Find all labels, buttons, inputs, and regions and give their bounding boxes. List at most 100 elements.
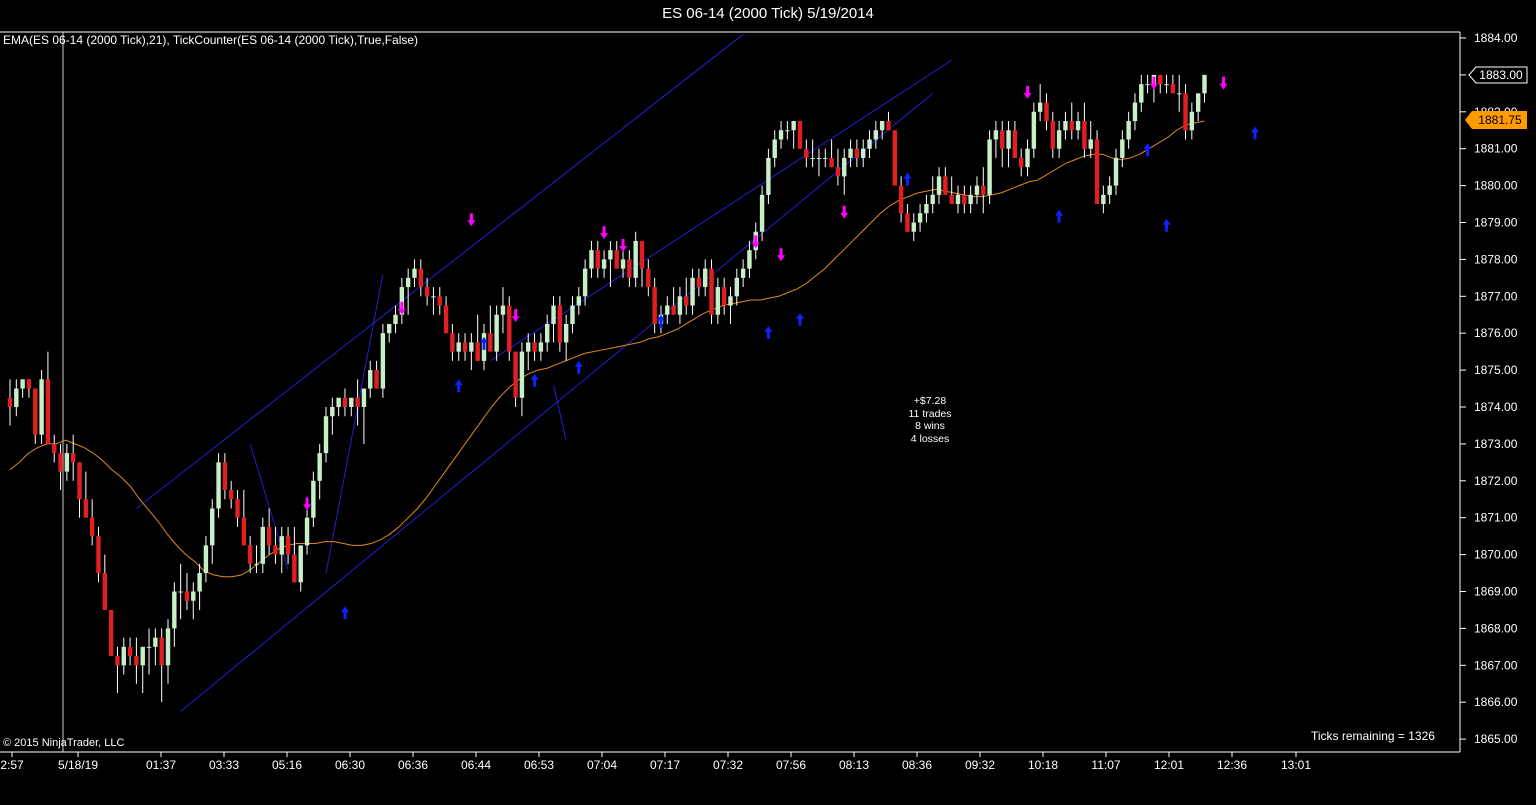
candle [146, 628, 152, 675]
candle [785, 121, 790, 140]
candle [165, 619, 171, 684]
candle [1063, 111, 1068, 140]
candle [184, 573, 190, 610]
sell-arrow-icon [1149, 76, 1158, 90]
candle [538, 333, 544, 361]
candle [974, 176, 980, 205]
x-tick-label: 09:32 [965, 758, 995, 772]
candle [1050, 111, 1055, 158]
x-tick-label: 12:01 [1154, 758, 1184, 772]
sell-arrow-icon [303, 497, 312, 511]
candle [178, 563, 183, 620]
candle [361, 388, 367, 444]
candle [633, 231, 638, 288]
summary-losses: 4 losses [910, 433, 950, 446]
candle [797, 121, 803, 149]
candle [96, 526, 101, 583]
candle [1101, 185, 1106, 214]
candle [526, 333, 531, 371]
candle [488, 305, 493, 352]
candle [709, 259, 714, 324]
candle [854, 139, 860, 168]
buy-arrow-icon [796, 312, 804, 326]
candle [1139, 74, 1144, 112]
candle [349, 397, 354, 417]
candle [58, 443, 63, 491]
candle [266, 508, 272, 555]
candle [298, 545, 303, 592]
buy-arrow-icon [1143, 143, 1152, 157]
candle [690, 268, 695, 315]
y-tick-label: 1872.00 [1474, 474, 1518, 488]
y-tick-label: 1874.00 [1474, 400, 1518, 414]
candle [323, 407, 329, 463]
x-tick-label: 07:04 [587, 758, 617, 772]
candle [7, 379, 13, 426]
candle [1025, 139, 1030, 177]
sell-arrow-icon [619, 239, 628, 253]
candle [1069, 102, 1074, 140]
candle [835, 148, 841, 186]
candle [1019, 148, 1024, 177]
candle [1094, 130, 1100, 205]
summary-trades: 11 trades [908, 407, 952, 420]
candle [772, 130, 777, 168]
candle [374, 360, 379, 389]
candle [229, 480, 234, 509]
candle [608, 240, 613, 288]
candlestick-series [7, 74, 1207, 703]
sell-arrow-icon [600, 226, 609, 240]
candle [1195, 93, 1201, 122]
price-axis[interactable]: 1884.001883.001882.001881.001880.001879.… [1460, 31, 1518, 746]
candle [210, 499, 215, 564]
candle [52, 434, 57, 463]
buy-arrow-icon [574, 360, 583, 374]
trade-summary: +$7.28 11 trades 8 wins 4 losses [880, 395, 980, 446]
candle [77, 462, 82, 518]
candle [778, 121, 784, 149]
x-tick-label: 06:44 [461, 758, 491, 772]
buy-arrow-icon [903, 172, 912, 186]
candle [576, 287, 581, 315]
y-tick-label: 1868.00 [1474, 621, 1518, 635]
candle [1177, 74, 1182, 112]
candle [1000, 121, 1005, 168]
buy-arrow-icon [340, 606, 349, 620]
candle [342, 388, 348, 417]
candle [203, 536, 209, 583]
x-tick-label: 03:33 [209, 758, 239, 772]
candle [285, 526, 291, 564]
x-tick-label: 08:36 [902, 758, 932, 772]
candle [943, 167, 948, 195]
candle [450, 323, 455, 361]
time-axis[interactable]: 2:57 5/18/19 01:37 03:33 05:16 06:30 06:36 06:4… [0, 752, 1311, 772]
candle [108, 609, 114, 657]
candle [614, 240, 619, 269]
candle [115, 646, 120, 693]
candle [728, 287, 733, 324]
candle [14, 379, 19, 417]
x-tick-label: 10:18 [1028, 758, 1058, 772]
candle [159, 628, 164, 703]
y-tick-label: 1880.00 [1474, 179, 1518, 193]
candle [1031, 102, 1037, 158]
candle [33, 388, 38, 444]
x-tick-label: 12:36 [1217, 758, 1247, 772]
last-price-tag: 1883.00 [1468, 66, 1528, 84]
candle [734, 268, 739, 306]
candle [652, 277, 657, 334]
candle [570, 296, 575, 334]
x-tick-label: 01:37 [146, 758, 176, 772]
candle [829, 139, 834, 168]
price-chart[interactable]: 1884.001883.001882.001881.001880.001879.… [0, 28, 1536, 805]
trend-channel-lines [136, 33, 952, 712]
candle [1132, 93, 1138, 131]
sell-arrow-icon [467, 213, 476, 227]
candle [1006, 121, 1011, 168]
candle [260, 517, 265, 574]
candle [677, 287, 683, 324]
candle [89, 499, 95, 546]
candle [715, 277, 721, 324]
y-tick-label: 1879.00 [1474, 216, 1518, 230]
candle [968, 185, 973, 214]
